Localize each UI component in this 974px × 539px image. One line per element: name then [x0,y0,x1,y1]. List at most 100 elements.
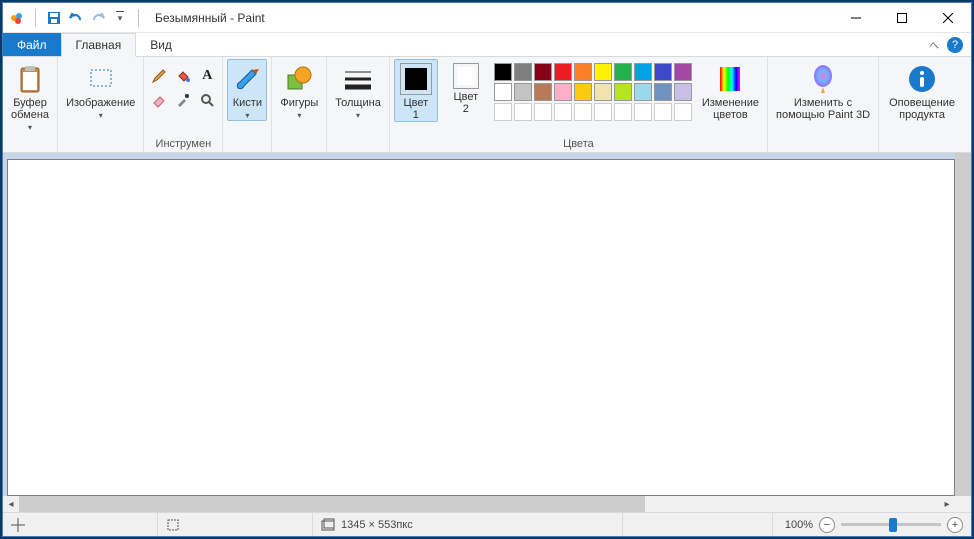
qat-dropdown-icon[interactable]: ▾ [112,10,128,26]
canvas-dims-text: 1345 × 553пкс [341,519,413,531]
edit-colors-button[interactable]: Изменение цветов [698,59,763,121]
canvas[interactable] [7,159,955,496]
window-controls [833,3,971,33]
pencil-tool[interactable] [148,65,170,87]
color-swatch[interactable] [514,83,532,101]
color-swatch-empty[interactable] [514,103,532,121]
image-select-button[interactable]: Изображение ▾ [62,59,139,120]
color-swatch-empty[interactable] [674,103,692,121]
tab-view[interactable]: Вид [136,33,186,56]
redo-icon[interactable] [90,10,106,26]
chevron-down-icon: ▾ [99,111,103,120]
group-brushes: Кисти ▾ [223,57,272,152]
color-swatch-empty[interactable] [654,103,672,121]
clipboard-button[interactable]: Буфер обмена ▾ [7,59,53,132]
group-image: Изображение ▾ [58,57,144,152]
color-swatch-empty[interactable] [534,103,552,121]
product-alert-button[interactable]: Оповещение продукта [883,59,961,121]
color-swatch[interactable] [654,63,672,81]
color-swatch[interactable] [634,63,652,81]
picker-tool[interactable] [172,89,194,111]
undo-icon[interactable] [68,10,84,26]
magnifier-tool[interactable] [196,89,218,111]
scrollbar-thumb[interactable] [955,153,971,496]
text-tool[interactable]: A [196,65,218,87]
chevron-down-icon: ▾ [245,111,249,120]
select-icon [85,63,117,95]
chevron-down-icon: ▾ [356,111,360,120]
color-swatch-empty[interactable] [614,103,632,121]
color-swatch[interactable] [534,83,552,101]
horizontal-scrollbar[interactable]: ◂ ▸ [3,496,955,512]
color-swatch[interactable] [494,83,512,101]
edit-colors-label: Изменение цветов [702,97,759,121]
color2-label: Цвет 2 [454,91,479,115]
titlebar: ▾ Безымянный - Paint [3,3,971,33]
scroll-right-arrow[interactable]: ▸ [939,496,955,512]
color-swatch-empty[interactable] [574,103,592,121]
color-swatch[interactable] [594,83,612,101]
color2-well [453,63,479,89]
paint3d-button[interactable]: Изменить с помощью Paint 3D [772,59,874,121]
collapse-ribbon-icon[interactable]: へ [929,37,939,52]
zoom-slider[interactable] [841,523,941,526]
color-swatch-empty[interactable] [634,103,652,121]
thickness-button[interactable]: Толщина ▾ [331,59,385,120]
zoom-out-button[interactable]: − [819,517,835,533]
color-swatch[interactable] [554,63,572,81]
eraser-tool[interactable] [148,89,170,111]
color-swatch-empty[interactable] [594,103,612,121]
color-swatch[interactable] [594,63,612,81]
shapes-label: Фигуры [280,97,318,109]
cursor-pos-icon [11,518,25,532]
vertical-scrollbar[interactable] [955,153,971,496]
color-swatch[interactable] [514,63,532,81]
shapes-button[interactable]: Фигуры ▾ [276,59,322,120]
color-swatch[interactable] [534,63,552,81]
canvas-size-icon [321,518,335,532]
brushes-label: Кисти [233,97,262,109]
group-label-colors: Цвета [394,136,763,152]
thickness-label: Толщина [335,97,381,109]
scrollbar-thumb[interactable] [19,496,645,512]
zoom-level-text: 100% [785,519,813,531]
separator [35,9,36,27]
color-swatch[interactable] [614,63,632,81]
color-swatch[interactable] [654,83,672,101]
chevron-down-icon: ▾ [297,111,301,120]
fill-tool[interactable] [172,65,194,87]
color-swatch-empty[interactable] [554,103,572,121]
group-paint3d: Изменить с помощью Paint 3D [768,57,879,152]
minimize-button[interactable] [833,3,879,33]
color1-well [400,63,432,95]
scroll-left-arrow[interactable]: ◂ [3,496,19,512]
color2-button[interactable]: Цвет 2 [444,59,488,115]
maximize-button[interactable] [879,3,925,33]
zoom-in-button[interactable]: + [947,517,963,533]
color-swatch[interactable] [674,63,692,81]
paint3d-label: Изменить с помощью Paint 3D [776,97,870,121]
shapes-icon [283,63,315,95]
color-swatch[interactable] [494,63,512,81]
help-icon[interactable]: ? [947,37,963,53]
color1-button[interactable]: Цвет 1 [394,59,438,122]
tab-file[interactable]: Файл [3,33,61,56]
color-swatch[interactable] [634,83,652,101]
scroll-corner [955,496,971,512]
color-swatch[interactable] [574,83,592,101]
color-swatch[interactable] [554,83,572,101]
save-icon[interactable] [46,10,62,26]
tool-grid: A [148,59,218,111]
close-button[interactable] [925,3,971,33]
separator [138,9,139,27]
status-selection-size [158,513,313,536]
brushes-button[interactable]: Кисти ▾ [227,59,267,121]
zoom-slider-thumb[interactable] [889,518,897,532]
scroll-track[interactable] [19,496,939,512]
color-swatch[interactable] [674,83,692,101]
selection-size-icon [166,518,180,532]
color-swatch-empty[interactable] [494,103,512,121]
color-swatch[interactable] [614,83,632,101]
tab-home[interactable]: Главная [61,33,137,57]
color-swatch[interactable] [574,63,592,81]
